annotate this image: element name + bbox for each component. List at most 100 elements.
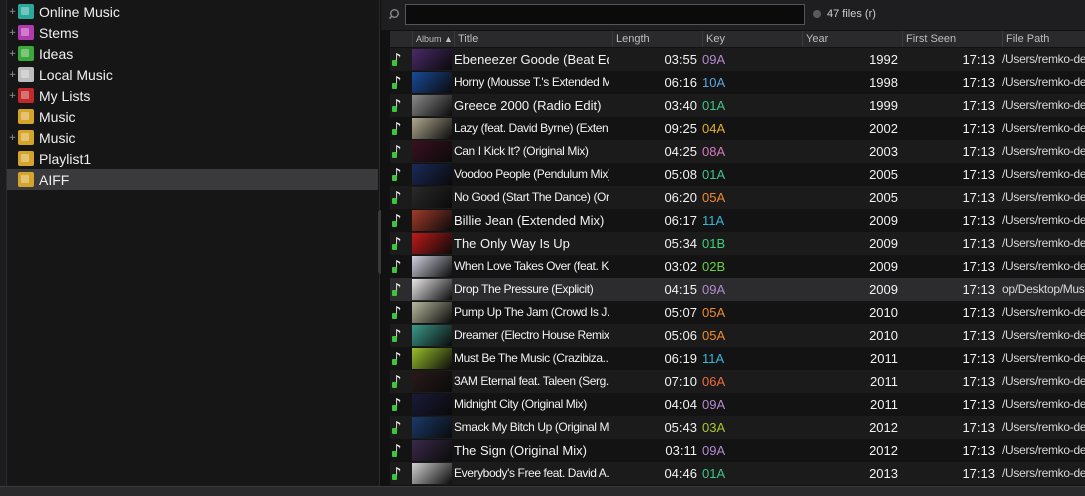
expand-icon[interactable]: + bbox=[7, 91, 18, 101]
music-note-icon: ♪ bbox=[392, 419, 408, 436]
track-length: 05:34 bbox=[664, 236, 697, 251]
track-title: The Only Way Is Up bbox=[454, 236, 570, 251]
track-first-seen: 17:13 bbox=[962, 420, 995, 435]
sidebar-item-playlist1[interactable]: Playlist1 bbox=[7, 148, 378, 169]
table-row[interactable]: ♪ When Love Takes Over (feat. K... 03:02 02… bbox=[390, 255, 1085, 278]
sidebar-item-music[interactable]: + Music bbox=[7, 127, 378, 148]
track-year: 2012 bbox=[869, 420, 898, 435]
track-title: Must Be The Music (Crazibiza... bbox=[454, 351, 609, 365]
table-row[interactable]: ♪ Lazy (feat. David Byrne) (Exten... 09:25… bbox=[390, 117, 1085, 140]
music-note-icon: ♪ bbox=[392, 281, 408, 298]
track-first-seen: 17:13 bbox=[962, 190, 995, 205]
track-year: 1999 bbox=[869, 98, 898, 113]
table-row[interactable]: ♪ The Sign (Original Mix) 03:11 09A 2012 17:1… bbox=[390, 439, 1085, 462]
track-file-path: /Users/remko-desk bbox=[1002, 466, 1085, 480]
search-input[interactable] bbox=[405, 4, 805, 25]
sidebar-item-label: My Lists bbox=[39, 87, 91, 104]
local-music-icon bbox=[18, 67, 34, 82]
column-header-first-seen[interactable]: First Seen bbox=[902, 31, 1002, 47]
album-art bbox=[412, 371, 452, 392]
track-title: Drop The Pressure (Explicit) bbox=[454, 282, 594, 296]
track-file-path: /Users/remko-desk bbox=[1002, 144, 1085, 158]
expand-icon[interactable]: + bbox=[7, 49, 18, 59]
music-note-icon: ♪ bbox=[392, 327, 408, 344]
table-row[interactable]: ♪ Pump Up The Jam (Crowd Is J... 05:07 05A 2… bbox=[390, 301, 1085, 324]
expand-icon[interactable]: + bbox=[7, 7, 18, 17]
expand-icon[interactable]: + bbox=[7, 28, 18, 38]
track-first-seen: 17:13 bbox=[962, 374, 995, 389]
track-file-path: /Users/remko-desk bbox=[1002, 305, 1085, 319]
sidebar-item-stems[interactable]: + Stems bbox=[7, 22, 378, 43]
table-row[interactable]: ♪ Midnight City (Original Mix) 04:04 09A 201… bbox=[390, 393, 1085, 416]
music-note-icon: ♪ bbox=[392, 189, 408, 206]
track-key: 02B bbox=[702, 259, 726, 274]
track-length: 05:08 bbox=[664, 167, 697, 182]
track-first-seen: 17:13 bbox=[962, 98, 995, 113]
track-length: 03:02 bbox=[664, 259, 697, 274]
column-header-file-path[interactable]: File Path bbox=[1002, 31, 1085, 47]
track-title: Everybody's Free feat. David A... bbox=[454, 466, 609, 480]
table-row[interactable]: ♪ Everybody's Free feat. David A... 04:46 0… bbox=[390, 462, 1085, 485]
table-row[interactable]: ♪ Voodoo People (Pendulum Mix)... 05:08 01A… bbox=[390, 163, 1085, 186]
music-note-icon: ♪ bbox=[392, 442, 408, 459]
track-year: 2010 bbox=[869, 305, 898, 320]
track-length: 06:16 bbox=[664, 75, 697, 90]
table-row[interactable]: ♪ Smack My Bitch Up (Original Mix) 05:43 03… bbox=[390, 416, 1085, 439]
track-file-path: /Users/remko-desk bbox=[1002, 328, 1085, 342]
column-header-year[interactable]: Year bbox=[802, 31, 902, 47]
track-browser: 47 files (r) Album ▲ Title Length Key Ye… bbox=[381, 0, 1085, 486]
table-row[interactable]: ♪ Can I Kick It? (Original Mix) 04:25 08A 20… bbox=[390, 140, 1085, 163]
sidebar-item-my-lists[interactable]: + My Lists bbox=[7, 85, 378, 106]
track-key: 01B bbox=[702, 236, 726, 251]
music-note-icon: ♪ bbox=[392, 212, 408, 229]
online-music-icon bbox=[18, 4, 34, 19]
table-row[interactable]: ♪ The Only Way Is Up 05:34 01B 2009 17:13/Use… bbox=[390, 232, 1085, 255]
table-row[interactable]: ♪ Horny (Mousse T.'s Extended Mix) 06:16 10… bbox=[390, 71, 1085, 94]
table-row[interactable]: ♪ Drop The Pressure (Explicit) 04:15 09A 200… bbox=[390, 278, 1085, 301]
track-first-seen: 17:13 bbox=[962, 305, 995, 320]
sidebar-item-aiff[interactable]: AIFF bbox=[7, 169, 378, 190]
track-key: 06A bbox=[702, 374, 726, 389]
table-row[interactable]: ♪ No Good (Start The Dance) (Or... 06:20 05… bbox=[390, 186, 1085, 209]
music-note-icon: ♪ bbox=[392, 166, 408, 183]
expand-icon[interactable]: + bbox=[7, 70, 18, 80]
album-art bbox=[412, 164, 452, 185]
track-file-path: /Users/remko-desk bbox=[1002, 167, 1085, 181]
track-length: 04:04 bbox=[664, 397, 697, 412]
track-first-seen: 17:13 bbox=[962, 466, 995, 481]
table-row[interactable]: ♪ Billie Jean (Extended Mix) 06:17 11A 2009 1… bbox=[390, 209, 1085, 232]
table-row[interactable]: ♪ Greece 2000 (Radio Edit) 03:40 01A 1999 17:… bbox=[390, 94, 1085, 117]
file-count: 47 files (r) bbox=[827, 8, 876, 20]
track-year: 1992 bbox=[869, 52, 898, 67]
column-header-key[interactable]: Key bbox=[702, 31, 802, 47]
expand-icon[interactable]: + bbox=[7, 133, 18, 143]
table-row[interactable]: ♪ 3AM Eternal feat. Taleen (Serg... 07:10 0… bbox=[390, 370, 1085, 393]
track-first-seen: 17:13 bbox=[962, 75, 995, 90]
sidebar-gutter bbox=[0, 0, 7, 486]
sidebar-item-online-music[interactable]: + Online Music bbox=[7, 1, 378, 22]
filter-toggle-icon[interactable] bbox=[813, 10, 821, 18]
sidebar-item-local-music[interactable]: + Local Music bbox=[7, 64, 378, 85]
track-length: 06:19 bbox=[664, 351, 697, 366]
track-file-path: /Users/remko-desk bbox=[1002, 98, 1085, 112]
track-title: Horny (Mousse T.'s Extended Mix) bbox=[454, 75, 609, 89]
table-row[interactable]: ♪ Must Be The Music (Crazibiza... 06:19 11A… bbox=[390, 347, 1085, 370]
track-year: 2003 bbox=[869, 144, 898, 159]
track-title: Lazy (feat. David Byrne) (Exten... bbox=[454, 121, 609, 135]
column-header-title[interactable]: Title bbox=[454, 31, 612, 47]
column-header-length[interactable]: Length bbox=[612, 31, 702, 47]
search-icon[interactable] bbox=[389, 8, 402, 21]
sidebar-item-ideas[interactable]: + Ideas bbox=[7, 43, 378, 64]
track-file-path: /Users/remko-desk bbox=[1002, 374, 1085, 388]
table-row[interactable]: ♪ Ebeneezer Goode (Beat Edit) 03:55 09A 1992… bbox=[390, 48, 1085, 71]
track-length: 09:25 bbox=[664, 121, 697, 136]
folder-icon bbox=[18, 151, 34, 166]
column-header-album[interactable]: Album ▲ bbox=[412, 31, 454, 47]
track-key: 11A bbox=[702, 213, 725, 228]
star-folder-icon bbox=[18, 172, 34, 187]
track-first-seen: 17:13 bbox=[962, 259, 995, 274]
sidebar-item-music[interactable]: Music bbox=[7, 106, 378, 127]
track-year: 2009 bbox=[869, 236, 898, 251]
album-art bbox=[412, 394, 452, 415]
table-row[interactable]: ♪ Dreamer (Electro House Remix) 05:06 05A 20… bbox=[390, 324, 1085, 347]
